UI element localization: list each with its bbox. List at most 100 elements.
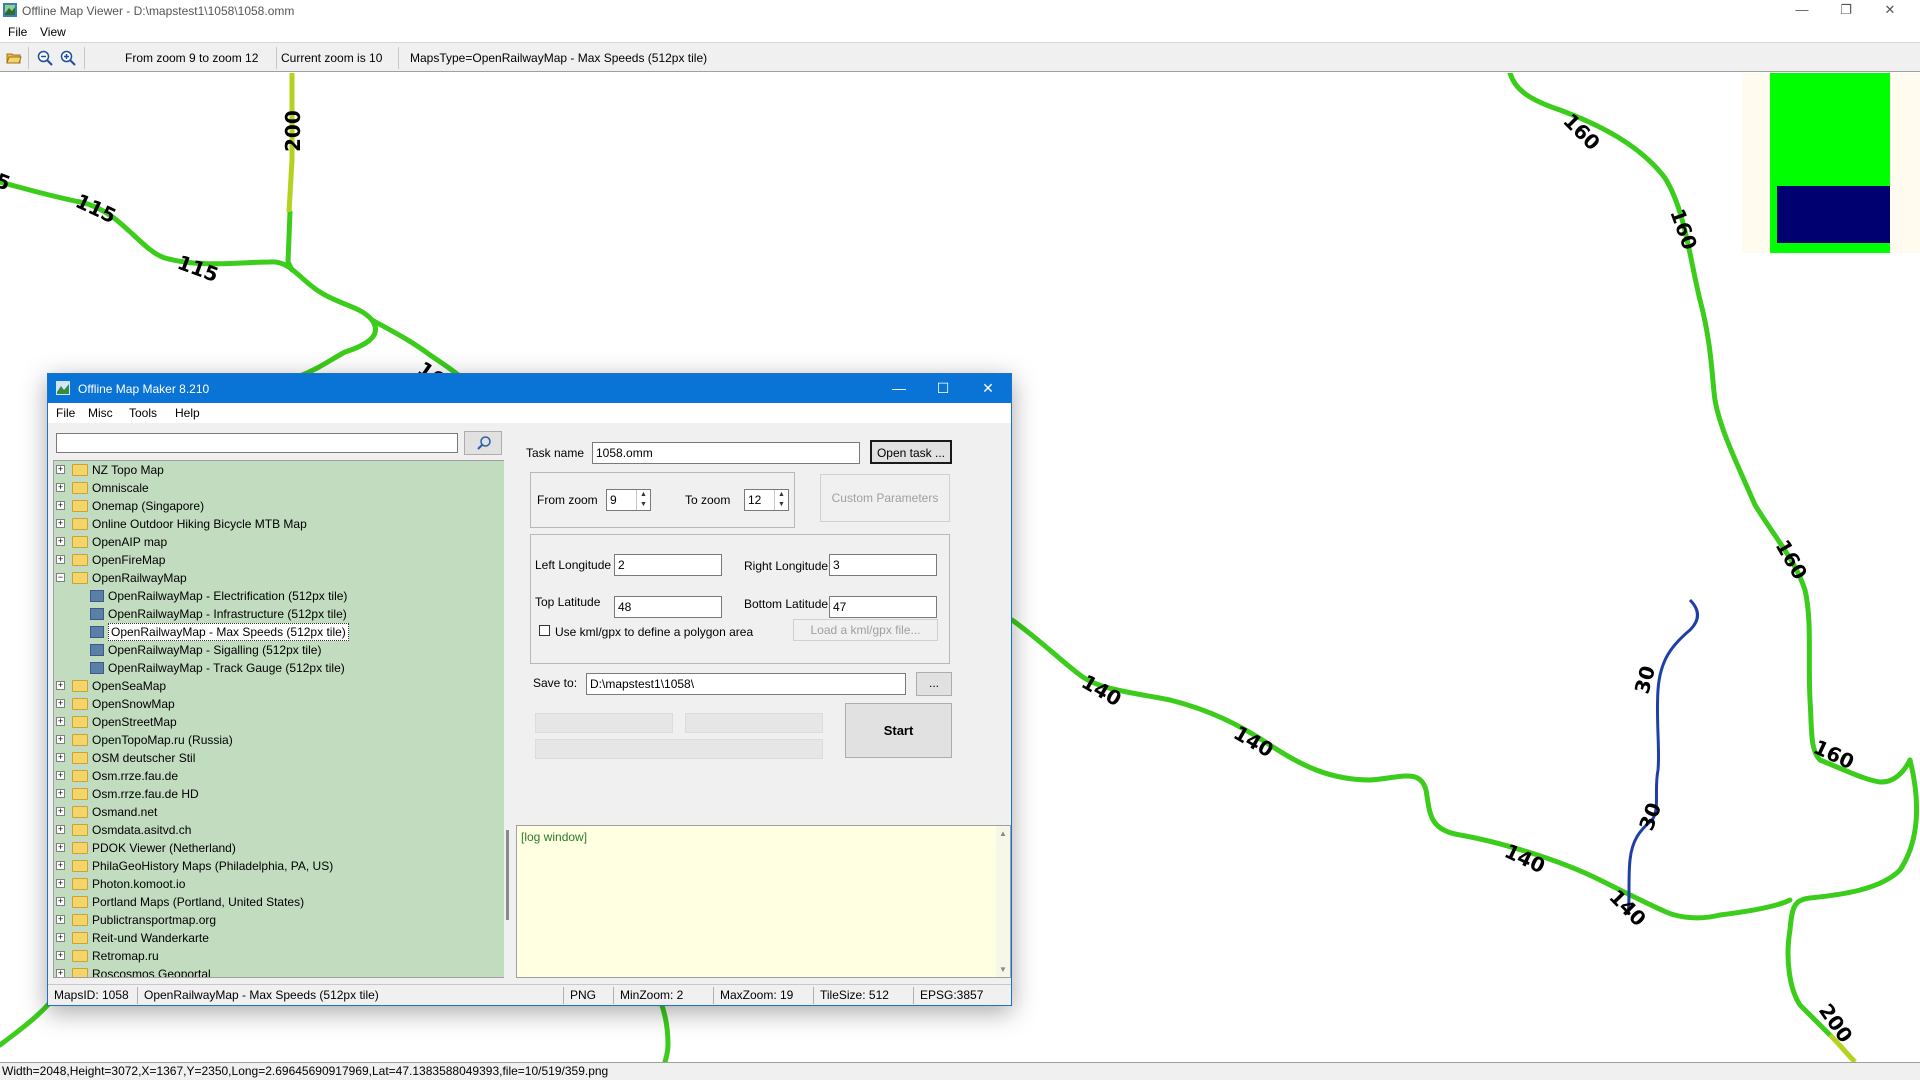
bottom-latitude-input[interactable] bbox=[829, 596, 937, 618]
tree-folder-item[interactable]: + Osm.rrze.fau.de bbox=[56, 767, 502, 785]
expand-icon[interactable]: + bbox=[56, 897, 65, 906]
tree-folder-item[interactable]: + OpenTopoMap.ru (Russia) bbox=[56, 731, 502, 749]
start-button[interactable]: Start bbox=[845, 703, 952, 758]
minimap[interactable] bbox=[1742, 73, 1920, 253]
tree-map-item[interactable]: OpenRailwayMap - Infrastructure (512px t… bbox=[56, 605, 502, 623]
expand-icon[interactable]: + bbox=[56, 537, 65, 546]
expand-icon[interactable]: + bbox=[56, 807, 65, 816]
close-button[interactable]: ✕ bbox=[1870, 0, 1910, 22]
top-latitude-input[interactable] bbox=[614, 596, 722, 618]
search-button[interactable] bbox=[464, 431, 502, 455]
open-folder-icon[interactable] bbox=[6, 50, 22, 66]
expand-icon[interactable]: + bbox=[56, 519, 65, 528]
expand-icon[interactable]: + bbox=[56, 717, 65, 726]
expand-icon[interactable]: + bbox=[56, 825, 65, 834]
tree-folder-item[interactable]: + Online Outdoor Hiking Bicycle MTB Map bbox=[56, 515, 502, 533]
dialog-menu-help[interactable]: Help bbox=[175, 406, 200, 420]
tree-folder-item[interactable]: + Retromap.ru bbox=[56, 947, 502, 965]
tree-map-item[interactable]: OpenRailwayMap - Track Gauge (512px tile… bbox=[56, 659, 502, 677]
tree-folder-item[interactable]: + OpenSnowMap bbox=[56, 695, 502, 713]
tree-folder-item[interactable]: + Photon.komoot.io bbox=[56, 875, 502, 893]
expand-icon[interactable]: + bbox=[56, 465, 65, 474]
left-longitude-input[interactable] bbox=[614, 554, 722, 576]
expand-icon[interactable]: + bbox=[56, 861, 65, 870]
tree-folder-item[interactable]: + Osmand.net bbox=[56, 803, 502, 821]
tree-folder-item[interactable]: − OpenRailwayMap bbox=[56, 569, 502, 587]
right-longitude-input[interactable] bbox=[829, 554, 937, 576]
expand-icon[interactable]: + bbox=[56, 879, 65, 888]
to-zoom-spinner[interactable]: 12 ▲ ▼ bbox=[744, 489, 789, 511]
tree-folder-item[interactable]: + Portland Maps (Portland, United States) bbox=[56, 893, 502, 911]
expand-icon[interactable]: + bbox=[56, 735, 65, 744]
expand-icon[interactable]: + bbox=[56, 933, 65, 942]
tree-scrollbar[interactable] bbox=[504, 460, 512, 978]
tree-folder-item[interactable]: + Osmdata.asitvd.ch bbox=[56, 821, 502, 839]
tree-folder-item[interactable]: + Reit-und Wanderkarte bbox=[56, 929, 502, 947]
scroll-down-icon[interactable]: ▼ bbox=[999, 965, 1007, 974]
dialog-close-button[interactable]: ✕ bbox=[973, 378, 1003, 398]
spin-up-icon[interactable]: ▲ bbox=[637, 490, 650, 500]
dialog-minimize-button[interactable]: — bbox=[884, 378, 914, 398]
tree-map-item[interactable]: OpenRailwayMap - Sigalling (512px tile) bbox=[56, 641, 502, 659]
dialog-menu-file[interactable]: File bbox=[56, 406, 75, 420]
expand-icon[interactable]: + bbox=[56, 483, 65, 492]
dialog-titlebar[interactable]: Offline Map Maker 8.210 — ☐ ✕ bbox=[48, 374, 1011, 403]
expand-icon[interactable]: + bbox=[56, 843, 65, 852]
load-kml-button[interactable]: Load a kml/gpx file... bbox=[793, 619, 938, 641]
tree-map-item[interactable]: OpenRailwayMap - Max Speeds (512px tile) bbox=[56, 623, 502, 641]
menu-view[interactable]: View bbox=[40, 25, 66, 39]
log-window[interactable]: [log window] ▲ ▼ bbox=[516, 825, 1011, 978]
map-search-input[interactable] bbox=[56, 433, 458, 453]
expand-icon[interactable]: + bbox=[56, 501, 65, 510]
tree-folder-item[interactable]: + OpenFireMap bbox=[56, 551, 502, 569]
tree-folder-item[interactable]: + Omniscale bbox=[56, 479, 502, 497]
tree-folder-item[interactable]: + OpenStreetMap bbox=[56, 713, 502, 731]
map-source-tree[interactable]: + NZ Topo Map + Omniscale + Onemap (Singapore… bbox=[53, 460, 505, 978]
menu-file[interactable]: File bbox=[8, 25, 27, 39]
expand-icon[interactable]: + bbox=[56, 771, 65, 780]
minimap-viewport[interactable] bbox=[1777, 186, 1890, 243]
expand-icon[interactable]: + bbox=[56, 789, 65, 798]
tree-folder-item[interactable]: + PDOK Viewer (Netherland) bbox=[56, 839, 502, 857]
dialog-maximize-button[interactable]: ☐ bbox=[928, 378, 958, 398]
expand-icon[interactable]: + bbox=[56, 915, 65, 924]
expand-icon[interactable]: + bbox=[56, 555, 65, 564]
zoom-in-icon[interactable] bbox=[60, 50, 76, 66]
expand-icon[interactable]: + bbox=[56, 681, 65, 690]
custom-parameters-button[interactable]: Custom Parameters bbox=[820, 474, 950, 522]
from-zoom-spinner[interactable]: 9 ▲ ▼ bbox=[606, 489, 651, 511]
task-name-input[interactable] bbox=[592, 442, 860, 464]
spin-down-icon[interactable]: ▼ bbox=[637, 500, 650, 510]
tree-folder-item[interactable]: + OpenAIP map bbox=[56, 533, 502, 551]
expand-icon[interactable]: + bbox=[56, 699, 65, 708]
dialog-menu-misc[interactable]: Misc bbox=[88, 406, 113, 420]
tree-folder-item[interactable]: + Publictransportmap.org bbox=[56, 911, 502, 929]
log-scrollbar[interactable]: ▲ ▼ bbox=[996, 826, 1010, 977]
tree-folder-item[interactable]: + PhilaGeoHistory Maps (Philadelphia, PA,… bbox=[56, 857, 502, 875]
tree-scrollbar-thumb[interactable] bbox=[506, 830, 509, 920]
tree-folder-item[interactable]: + NZ Topo Map bbox=[56, 461, 502, 479]
browse-button[interactable]: ... bbox=[916, 672, 952, 696]
dialog-menu-tools[interactable]: Tools bbox=[129, 406, 157, 420]
tree-folder-item[interactable]: + OpenSeaMap bbox=[56, 677, 502, 695]
open-task-button[interactable]: Open task ... bbox=[870, 440, 952, 464]
minimize-button[interactable]: — bbox=[1782, 0, 1822, 22]
right-longitude-label: Right Longitude bbox=[744, 559, 829, 573]
rail-line bbox=[1009, 617, 1793, 921]
spin-up-icon[interactable]: ▲ bbox=[775, 490, 788, 500]
tree-folder-item[interactable]: + Onemap (Singapore) bbox=[56, 497, 502, 515]
expand-icon[interactable]: + bbox=[56, 951, 65, 960]
spin-down-icon[interactable]: ▼ bbox=[775, 500, 788, 510]
kml-checkbox[interactable] bbox=[539, 625, 550, 636]
tree-folder-item[interactable]: + Roscosmos Geoportal bbox=[56, 965, 502, 977]
tree-folder-item[interactable]: + Osm.rrze.fau.de HD bbox=[56, 785, 502, 803]
collapse-icon[interactable]: − bbox=[56, 573, 65, 582]
expand-icon[interactable]: + bbox=[56, 753, 65, 762]
restore-button[interactable]: ❐ bbox=[1826, 0, 1866, 22]
expand-icon[interactable]: + bbox=[56, 969, 65, 977]
zoom-out-icon[interactable] bbox=[37, 50, 53, 66]
tree-folder-item[interactable]: + OSM deutscher Stil bbox=[56, 749, 502, 767]
tree-map-item[interactable]: OpenRailwayMap - Electrification (512px … bbox=[56, 587, 502, 605]
scroll-up-icon[interactable]: ▲ bbox=[999, 829, 1007, 838]
save-to-input[interactable] bbox=[586, 673, 906, 695]
